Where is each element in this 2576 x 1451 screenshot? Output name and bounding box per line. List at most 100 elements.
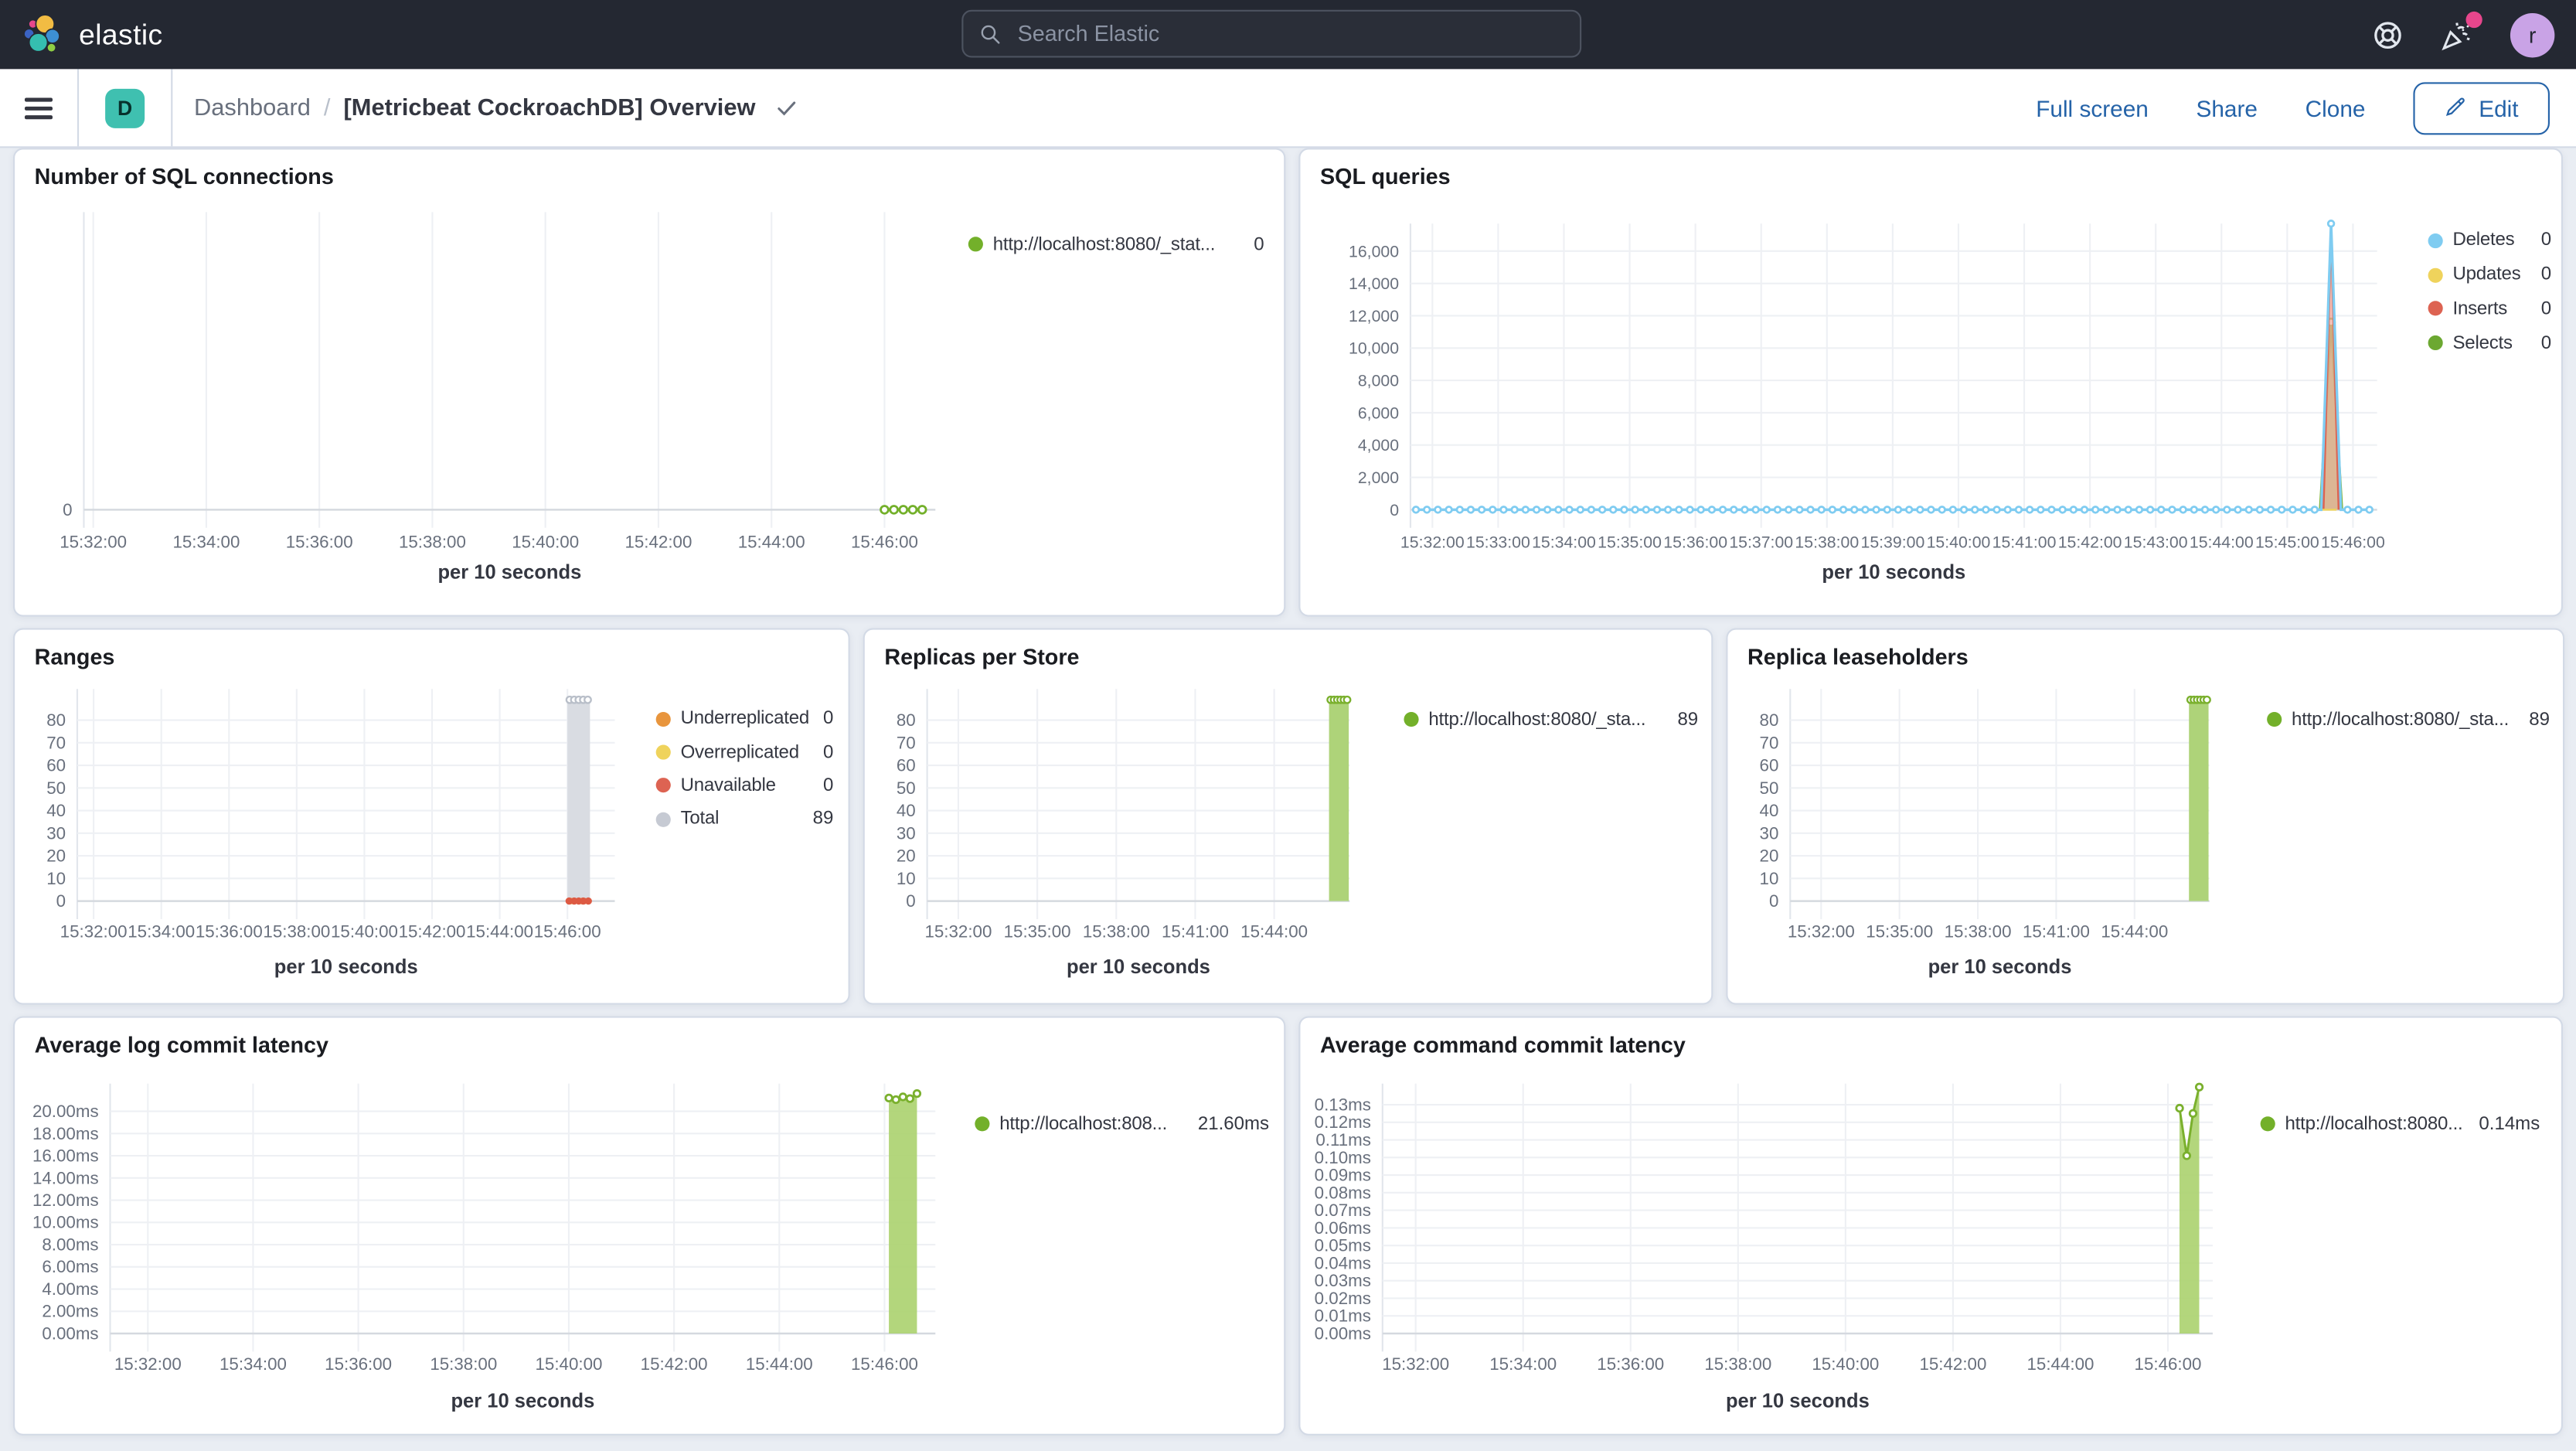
legend-label: Underreplicated [680,709,810,729]
legend-value: 0 [1254,234,1264,254]
svg-text:0.13ms: 0.13ms [1315,1095,1371,1114]
chart-legend: http://localhost:8080/_sta... 89 [2267,702,2550,737]
panel-average-log-commit-latency: Average log commit latency 15:32:00 15:34… [13,1016,1286,1436]
svg-text:70: 70 [46,733,66,752]
legend-label: http://localhost:808... [999,1114,1168,1134]
svg-text:20: 20 [897,846,916,866]
panel-title[interactable]: Replicas per Store [884,645,1079,669]
legend-item[interactable]: Inserts 0 [2428,292,2551,326]
svg-text:15:34:00: 15:34:00 [219,1354,287,1374]
panel-title[interactable]: Number of SQL connections [35,165,334,189]
legend-item[interactable]: Overreplicated 0 [655,736,833,769]
svg-text:15:36:00: 15:36:00 [1597,1354,1664,1374]
replica-leaseholders-chart[interactable]: 15:32:00 15:35:00 15:38:00 15:41:00 15:44:00… [1727,630,2564,1005]
legend-item[interactable]: http://localhost:8080... 0.14ms [2260,1106,2540,1141]
panel-title[interactable]: Ranges [35,645,115,669]
avg-log-commit-latency-chart[interactable]: 15:32:00 15:34:00 15:36:00 15:38:00 15:40:00… [15,1018,1285,1436]
menu-button[interactable] [0,69,77,146]
legend-label: http://localhost:8080... [2285,1114,2463,1134]
legend-value: 0.14ms [2479,1114,2540,1134]
legend-swatch [2428,336,2443,351]
divider [77,69,80,147]
svg-text:14,000: 14,000 [1349,274,1399,293]
search-input[interactable] [1014,19,1564,48]
svg-text:15:35:00: 15:35:00 [1004,921,1071,941]
svg-text:0.12ms: 0.12ms [1315,1112,1371,1132]
legend-item[interactable]: Deletes 0 [2428,223,2552,257]
help-icon[interactable] [2372,19,2403,49]
legend-swatch [655,778,671,794]
svg-text:50: 50 [897,778,916,798]
legend-swatch [975,1116,990,1132]
edit-button[interactable]: Edit [2413,81,2550,135]
legend-swatch [2428,301,2443,317]
space-badge[interactable]: D [105,87,145,128]
svg-text:10,000: 10,000 [1349,339,1399,358]
legend-swatch [1404,711,1419,727]
legend-value: 0 [822,775,834,796]
legend-item[interactable]: Unavailable 0 [655,769,834,802]
legend-value: 21.60ms [1197,1114,1270,1134]
svg-text:10.00ms: 10.00ms [32,1213,99,1232]
svg-text:80: 80 [1760,710,1779,730]
clone-button[interactable]: Clone [2305,94,2366,121]
svg-text:10: 10 [897,869,916,888]
legend-label: Updates [2452,264,2521,285]
svg-text:10: 10 [46,869,66,888]
svg-text:15:44:00: 15:44:00 [2190,533,2254,551]
dashboard-title: [Metricbeat CockroachDB] Overview [343,94,756,121]
svg-text:15:38:00: 15:38:00 [263,921,330,941]
svg-text:15:42:00: 15:42:00 [2058,533,2122,551]
legend-value: 0 [2540,264,2552,285]
svg-text:15:40:00: 15:40:00 [512,532,579,551]
svg-text:0.00ms: 0.00ms [1315,1323,1371,1343]
legend-value: 0 [2540,230,2552,251]
avg-command-commit-latency-chart[interactable]: 15:32:00 15:34:00 15:36:00 15:38:00 15:40:00… [1300,1018,2563,1436]
search-icon [981,24,1000,43]
panel-title[interactable]: Average command commit latency [1320,1033,1686,1058]
elastic-logo-icon [23,14,60,53]
svg-text:20: 20 [46,846,66,866]
svg-text:15:32:00: 15:32:00 [924,921,992,941]
svg-text:15:44:00: 15:44:00 [2101,921,2168,941]
sql-connections-chart[interactable]: 15:32:00 15:34:00 15:36:00 15:38:00 15:40:00… [15,150,1285,617]
x-axis-label: per 10 seconds [1822,560,1966,584]
legend-swatch [2428,267,2443,283]
chart-legend: Underreplicated 0 Overreplicated 0 Unavailab… [655,702,834,836]
svg-text:15:40:00: 15:40:00 [535,1354,602,1374]
x-axis-label: per 10 seconds [1067,955,1210,979]
legend-label: Overreplicated [680,742,799,763]
panel-title[interactable]: SQL queries [1320,165,1451,189]
global-search[interactable] [961,9,1582,58]
replicas-per-store-chart[interactable]: 15:32:00 15:35:00 15:38:00 15:41:00 15:44:00… [865,630,1713,1005]
legend-item[interactable]: Total 89 [655,802,833,836]
sql-queries-chart[interactable]: 15:32:00 15:33:00 15:34:00 15:35:00 15:36:00… [1300,150,2563,617]
legend-swatch [2428,233,2443,248]
svg-text:15:34:00: 15:34:00 [1532,533,1596,551]
breadcrumb-dashboard[interactable]: Dashboard [194,94,311,121]
svg-text:70: 70 [897,733,916,752]
legend-value: 89 [2529,709,2550,730]
header-actions: r [2372,0,2555,69]
hamburger-icon [24,97,53,119]
elastic-logo[interactable]: elastic [0,13,163,56]
legend-item[interactable]: http://localhost:8080/_stat... 0 [968,227,1264,262]
svg-text:80: 80 [897,710,916,730]
legend-item[interactable]: Underreplicated 0 [655,702,833,735]
legend-item[interactable]: http://localhost:8080/_sta... 89 [1404,702,1698,737]
full-screen-button[interactable]: Full screen [2036,94,2149,121]
user-avatar[interactable]: r [2510,12,2555,57]
legend-item[interactable]: Updates 0 [2428,258,2552,292]
chart-legend: http://localhost:8080... 0.14ms [2260,1106,2540,1141]
legend-item[interactable]: Selects 0 [2428,326,2551,360]
legend-label: Deletes [2452,230,2515,251]
legend-item[interactable]: http://localhost:808... 21.60ms [975,1106,1269,1141]
newsfeed-icon[interactable] [2442,10,2482,50]
svg-text:60: 60 [1760,756,1779,775]
svg-text:2.00ms: 2.00ms [42,1302,98,1321]
panel-title[interactable]: Average log commit latency [35,1033,328,1058]
legend-item[interactable]: http://localhost:8080/_sta... 89 [2267,702,2550,737]
svg-text:50: 50 [46,778,66,798]
share-button[interactable]: Share [2197,94,2258,121]
panel-title[interactable]: Replica leaseholders [1747,645,1969,669]
